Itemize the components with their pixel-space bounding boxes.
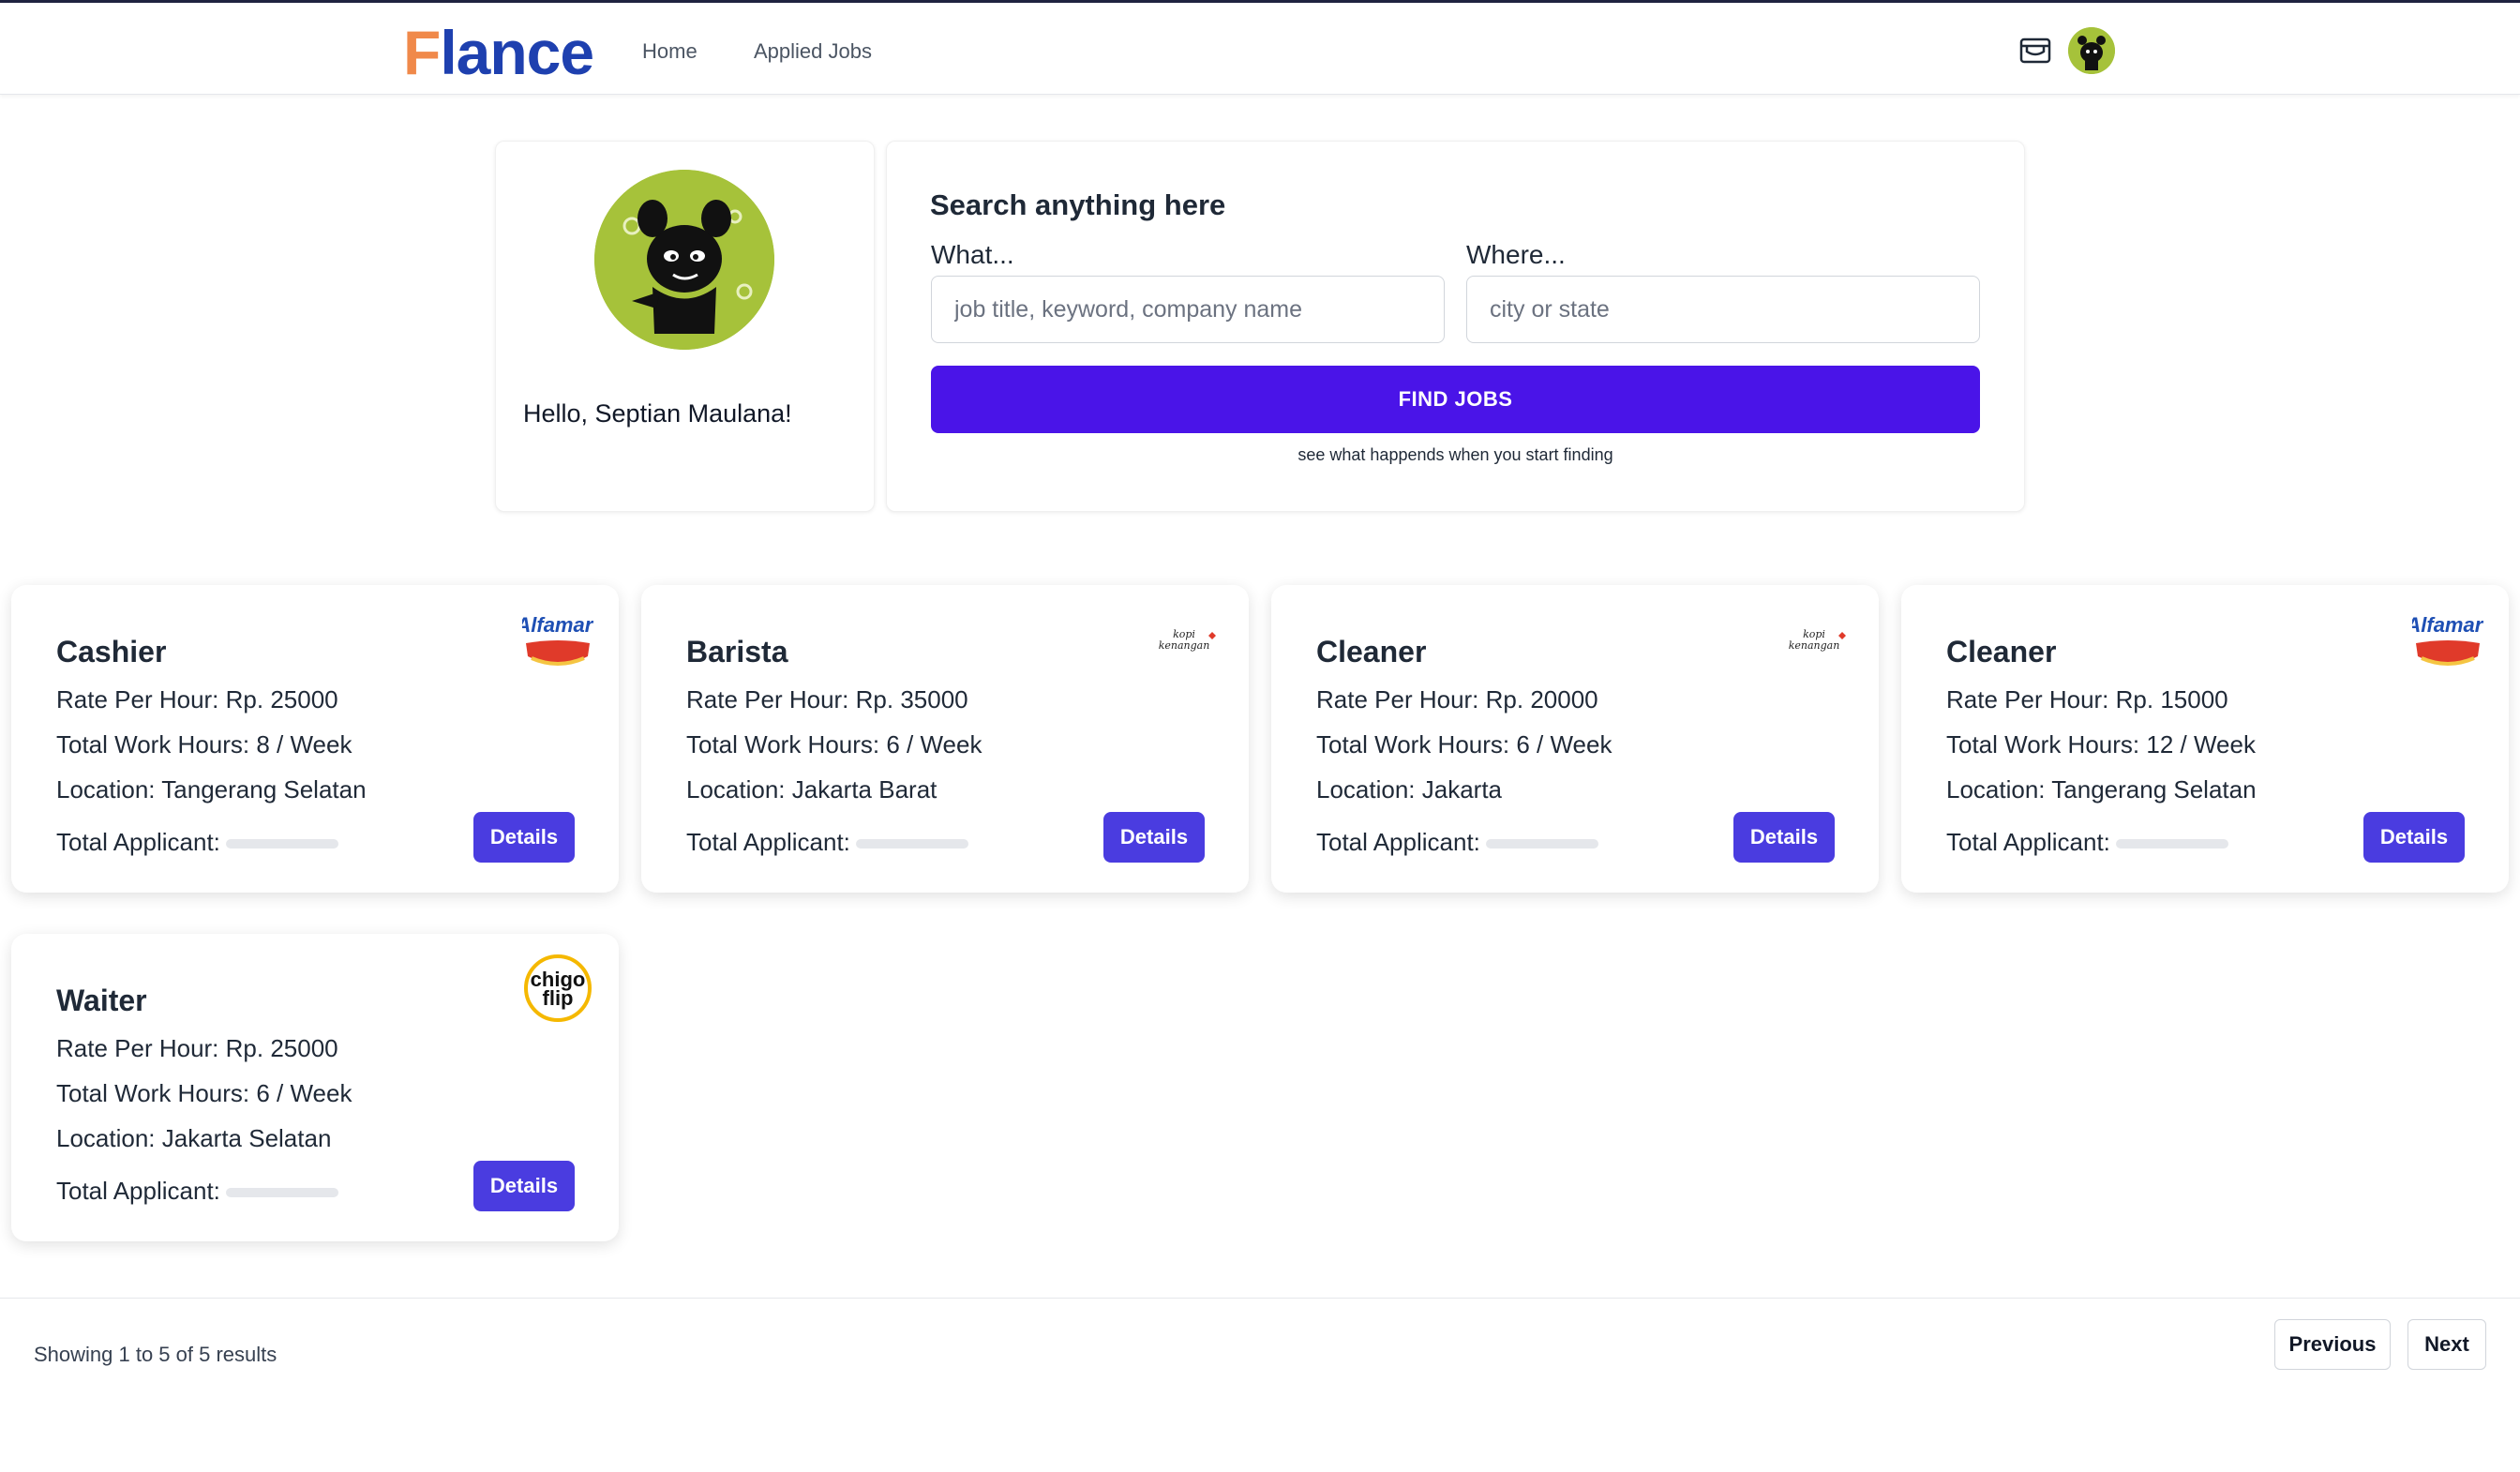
- job-total-applicant: Total Applicant:: [56, 827, 338, 857]
- job-location: Location: Tangerang Selatan: [56, 775, 367, 804]
- job-rate: Rate Per Hour: Rp. 35000: [686, 685, 968, 713]
- job-card: Barista Rate Per Hour: Rp. 35000 Total W…: [641, 585, 1249, 893]
- job-rate: Rate Per Hour: Rp. 20000: [1316, 685, 1598, 713]
- job-work-hours: Total Work Hours: 6 / Week: [686, 730, 982, 759]
- where-label: Where...: [1466, 240, 1566, 269]
- job-total-applicant: Total Applicant:: [686, 827, 968, 857]
- details-button[interactable]: Details: [473, 1161, 575, 1211]
- job-applicant-label: Total Applicant:: [56, 828, 220, 856]
- alfamart-logo: Alfamart: [2412, 613, 2483, 666]
- details-button[interactable]: Details: [1733, 812, 1835, 863]
- job-applicant-label: Total Applicant:: [1316, 828, 1480, 856]
- find-jobs-button[interactable]: FIND JOBS: [931, 366, 1980, 433]
- what-search-input[interactable]: [931, 276, 1445, 343]
- job-work-hours: Total Work Hours: 6 / Week: [1316, 730, 1612, 759]
- top-navbar: Flance Home Applied Jobs: [0, 0, 2520, 95]
- job-location: Location: Tangerang Selatan: [1946, 775, 2257, 804]
- avatar-character-icon: [2068, 27, 2115, 74]
- svg-text:Alfamart: Alfamart: [2412, 613, 2483, 637]
- job-card: Waiter Rate Per Hour: Rp. 25000 Total Wo…: [11, 934, 619, 1241]
- results-summary: Showing 1 to 5 of 5 results: [34, 1343, 278, 1366]
- job-rate: Rate Per Hour: Rp. 25000: [56, 1034, 338, 1062]
- job-work-hours: Total Work Hours: 6 / Week: [56, 1079, 352, 1107]
- svg-text:kenangan: kenangan: [1159, 639, 1210, 652]
- nav-link-applied-jobs[interactable]: Applied Jobs: [754, 38, 872, 65]
- what-label: What...: [931, 240, 1014, 269]
- job-location: Location: Jakarta: [1316, 775, 1503, 804]
- job-location: Location: Jakarta Selatan: [56, 1124, 332, 1152]
- kopi-kenangan-logo: kopi kenangan: [1159, 628, 1216, 652]
- details-button[interactable]: Details: [473, 812, 575, 863]
- chigo-flip-logo: chigo flip: [524, 954, 592, 1022]
- search-title: Search anything here: [930, 188, 1226, 221]
- profile-avatar: [594, 170, 774, 350]
- svg-text:Alfamart: Alfamart: [522, 613, 593, 637]
- kopi-kenangan-logo: kopi kenangan: [1789, 628, 1846, 652]
- nav-link-home[interactable]: Home: [642, 38, 698, 65]
- job-location: Location: Jakarta Barat: [686, 775, 938, 804]
- job-total-applicant: Total Applicant:: [1946, 827, 2228, 857]
- svg-text:kenangan: kenangan: [1789, 639, 1840, 652]
- job-title: Barista: [686, 635, 788, 668]
- avatar-character-icon: [594, 170, 774, 350]
- profile-card: [495, 141, 875, 512]
- details-button[interactable]: Details: [2363, 812, 2465, 863]
- job-work-hours: Total Work Hours: 8 / Week: [56, 730, 352, 759]
- pagination-bar: Showing 1 to 5 of 5 results Previous Nex…: [0, 1298, 2520, 1391]
- job-work-hours: Total Work Hours: 12 / Week: [1946, 730, 2256, 759]
- applicant-loading-bar: [225, 1188, 338, 1198]
- job-rate: Rate Per Hour: Rp. 25000: [56, 685, 338, 713]
- applicant-loading-bar: [225, 839, 338, 849]
- job-applicant-label: Total Applicant:: [1946, 828, 2110, 856]
- job-rate: Rate Per Hour: Rp. 15000: [1946, 685, 2228, 713]
- svg-text:flip: flip: [543, 986, 574, 1010]
- alfamart-logo: Alfamart: [522, 613, 593, 666]
- where-search-input[interactable]: [1466, 276, 1980, 343]
- profile-greeting: Hello, Septian Maulana!: [523, 399, 792, 428]
- job-total-applicant: Total Applicant:: [1316, 827, 1598, 857]
- brand-logo-initial: F: [403, 18, 441, 87]
- job-card: Cleaner Rate Per Hour: Rp. 15000 Total W…: [1901, 585, 2509, 893]
- details-button[interactable]: Details: [1103, 812, 1205, 863]
- applicant-loading-bar: [855, 839, 968, 849]
- search-hint: see what happends when you start finding: [1298, 445, 1613, 464]
- brand-logo-text: lance: [440, 18, 594, 87]
- job-card: Cleaner Rate Per Hour: Rp. 20000 Total W…: [1271, 585, 1879, 893]
- job-total-applicant: Total Applicant:: [56, 1176, 338, 1206]
- job-applicant-label: Total Applicant:: [56, 1177, 220, 1205]
- inbox-icon[interactable]: [2019, 37, 2051, 65]
- user-avatar[interactable]: [2068, 27, 2115, 74]
- job-title: Cleaner: [1316, 635, 1427, 668]
- job-applicant-label: Total Applicant:: [686, 828, 850, 856]
- applicant-loading-bar: [1485, 839, 1598, 849]
- job-card: Cashier Rate Per Hour: Rp. 25000 Total W…: [11, 585, 619, 893]
- job-title: Cleaner: [1946, 635, 2057, 668]
- applicant-loading-bar: [2115, 839, 2228, 849]
- job-title: Waiter: [56, 984, 147, 1017]
- previous-page-button[interactable]: Previous: [2274, 1319, 2391, 1370]
- job-title: Cashier: [56, 635, 167, 668]
- next-page-button[interactable]: Next: [2408, 1319, 2486, 1370]
- brand-logo[interactable]: Flance: [403, 18, 594, 87]
